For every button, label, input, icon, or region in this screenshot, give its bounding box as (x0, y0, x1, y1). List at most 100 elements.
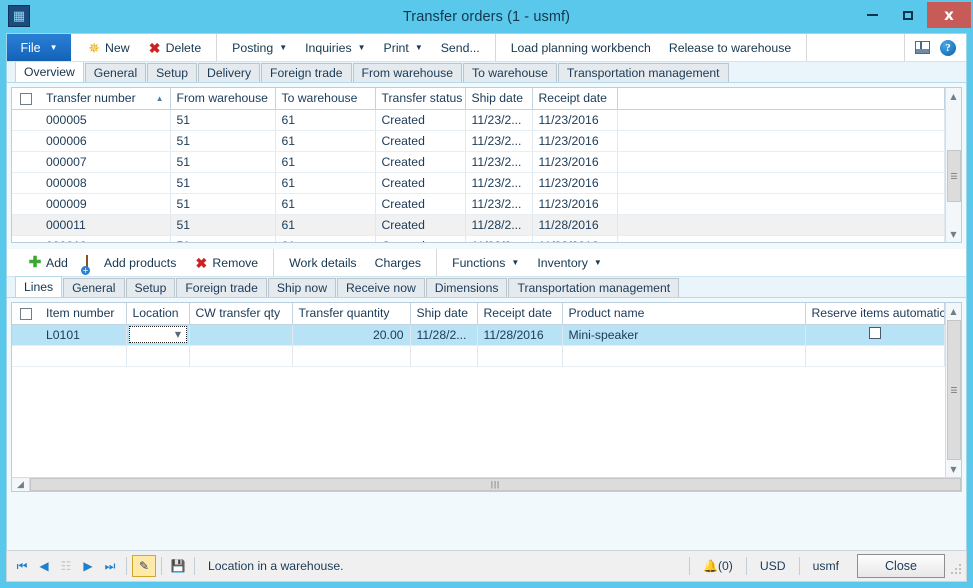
cell-from-warehouse[interactable]: 51 (170, 172, 276, 194)
column-header-receipt-date[interactable]: Receipt date (532, 88, 618, 110)
row-checkbox-cell[interactable] (12, 172, 40, 194)
add-button[interactable]: ✚ Add (19, 249, 77, 276)
cell-from-warehouse[interactable]: 51 (170, 193, 276, 215)
cell-transfer-number[interactable]: 000011 (40, 214, 171, 236)
column-header-transfer-status[interactable]: Transfer status (375, 88, 466, 110)
cell-receipt-date[interactable]: 11/23/2016 (532, 151, 618, 173)
load-planning-workbench-button[interactable]: Load planning workbench (502, 34, 660, 61)
cell-transfer-status[interactable]: Created (375, 151, 466, 173)
scroll-down-icon[interactable]: ▼ (945, 226, 961, 242)
cell-receipt-date-lines[interactable]: 11/28/2016 (477, 324, 563, 346)
cell-receipt-date[interactable]: 11/28/2016 (532, 214, 618, 236)
table-row[interactable]: 000009 51 61 Created 11/23/2... 11/23/20… (12, 193, 945, 215)
scroll-up-icon[interactable]: ▲ (945, 303, 961, 319)
cell-receipt-date[interactable]: 11/23/2016 (532, 172, 618, 194)
cell-item-number[interactable]: L0101 (40, 324, 127, 346)
first-record-button[interactable]: ⏮ (11, 555, 33, 577)
cell-transfer-number[interactable]: 000008 (40, 172, 171, 194)
select-all-checkbox[interactable] (20, 308, 32, 321)
add-products-button[interactable]: Add products (77, 249, 185, 276)
column-header-cw-transfer-qty[interactable]: CW transfer qty (189, 303, 293, 325)
column-header-transfer-quantity[interactable]: Transfer quantity (292, 303, 411, 325)
table-row[interactable]: 000007 51 61 Created 11/23/2... 11/23/20… (12, 151, 945, 173)
cell-to-warehouse[interactable]: 61 (275, 214, 376, 236)
cell-ship-date[interactable]: 11/23/2... (465, 172, 533, 194)
cell-from-warehouse[interactable]: 51 (170, 151, 276, 173)
minimize-button[interactable] (855, 2, 889, 28)
row-checkbox-cell[interactable] (12, 235, 40, 242)
column-header-reserve-items-automatically[interactable]: Reserve items automatica (805, 303, 945, 325)
cell-transfer-quantity[interactable]: 20.00 (292, 324, 411, 346)
posting-menu-button[interactable]: Posting ▼ (223, 34, 296, 61)
select-all-checkbox[interactable] (20, 93, 32, 106)
cell-receipt-date[interactable]: 11/23/2016 (532, 193, 618, 215)
resize-columns-icon[interactable]: ◢ (12, 478, 30, 491)
next-record-button[interactable]: ▶ (77, 555, 99, 577)
cell-from-warehouse[interactable]: 51 (170, 130, 276, 152)
cell-transfer-number[interactable]: 000007 (40, 151, 171, 173)
table-row[interactable]: 000005 51 61 Created 11/23/2... 11/23/20… (12, 109, 945, 131)
row-checkbox-cell[interactable] (12, 324, 40, 346)
cell-transfer-status[interactable]: Created (375, 130, 466, 152)
cell-product-name[interactable]: Mini-speaker (562, 324, 806, 346)
tab-general-upper[interactable]: General (84, 63, 147, 82)
cell-to-warehouse[interactable]: 61 (275, 235, 376, 242)
cell-ship-date[interactable]: 11/23/2... (465, 151, 533, 173)
close-window-button[interactable]: x (927, 2, 971, 28)
last-record-button[interactable]: ⏭ (99, 555, 121, 577)
row-checkbox-cell[interactable] (12, 130, 40, 152)
scroll-down-icon[interactable]: ▼ (945, 461, 961, 477)
cell-location[interactable]: ▼ (126, 324, 190, 346)
send-button[interactable]: Send... (432, 34, 489, 61)
cell-from-warehouse[interactable]: 51 (170, 235, 276, 242)
table-row-selected[interactable]: 000011 51 61 Created 11/28/2... 11/28/20… (12, 214, 945, 236)
cell-receipt-date[interactable]: 11/28/2016 (532, 235, 618, 242)
tab-delivery[interactable]: Delivery (198, 63, 261, 82)
location-input[interactable] (129, 327, 171, 342)
column-header-product-name[interactable]: Product name (562, 303, 806, 325)
delete-button[interactable]: ✖ Delete (139, 34, 211, 61)
column-header-to-warehouse[interactable]: To warehouse (275, 88, 376, 110)
cell-from-warehouse[interactable]: 51 (170, 214, 276, 236)
cell-reserve-items-automatically[interactable] (805, 324, 945, 346)
tab-from-warehouse[interactable]: From warehouse (352, 63, 462, 82)
tab-transportation-management-lower[interactable]: Transportation management (508, 278, 680, 297)
cell-transfer-status[interactable]: Created (375, 193, 466, 215)
scrollbar-thumb-horizontal[interactable]: ||| (30, 478, 961, 491)
cell-to-warehouse[interactable]: 61 (275, 109, 376, 131)
cell-ship-date[interactable]: 11/23/2... (465, 130, 533, 152)
lower-grid-horizontal-scrollbar[interactable]: ◢ ||| (12, 477, 961, 491)
print-menu-button[interactable]: Print ▼ (375, 34, 432, 61)
table-row[interactable]: 000006 51 61 Created 11/23/2... 11/23/20… (12, 130, 945, 152)
scrollbar-thumb[interactable]: ☰ (947, 150, 961, 202)
remove-button[interactable]: ✖ Remove (185, 249, 267, 276)
cell-transfer-number[interactable]: 000010 (40, 235, 171, 242)
column-header-location[interactable]: Location (126, 303, 190, 325)
tab-overview[interactable]: Overview (15, 61, 84, 82)
cell-to-warehouse[interactable]: 61 (275, 172, 376, 194)
scroll-up-icon[interactable]: ▲ (945, 88, 961, 104)
tab-foreign-trade-upper[interactable]: Foreign trade (261, 63, 352, 82)
scrollbar-thumb[interactable]: ☰ (947, 320, 961, 460)
cell-ship-date[interactable]: 11/28/2... (465, 235, 533, 242)
tab-ship-now[interactable]: Ship now (267, 278, 336, 297)
table-row-selected[interactable]: L0101 ▼ 20.00 11/28/2... 11/28/2016 Mini… (12, 324, 945, 346)
save-icon[interactable]: 💾 (167, 555, 189, 577)
file-menu-button[interactable]: File ▼ (7, 34, 72, 61)
grid-view-button[interactable]: ☷ (55, 555, 77, 577)
tab-general-lower[interactable]: General (63, 278, 125, 297)
cell-transfer-number[interactable]: 000005 (40, 109, 171, 131)
chevron-down-icon[interactable]: ▼ (170, 327, 186, 342)
upper-grid-vertical-scrollbar[interactable]: ▲ ☰ ▼ (945, 88, 961, 242)
tab-setup-upper[interactable]: Setup (147, 63, 198, 82)
maximize-button[interactable] (891, 2, 925, 28)
tab-setup-lower[interactable]: Setup (125, 278, 176, 297)
select-all-checkbox-header-lines[interactable] (12, 303, 40, 325)
column-header-from-warehouse[interactable]: From warehouse (170, 88, 276, 110)
table-row[interactable]: 000010 51 61 Created 11/28/2... 11/28/20… (12, 235, 945, 242)
lower-grid-vertical-scrollbar[interactable]: ▲ ☰ ▼ (945, 303, 961, 477)
cell-receipt-date[interactable]: 11/23/2016 (532, 109, 618, 131)
reserve-items-checkbox[interactable] (868, 327, 881, 339)
inventory-menu-button[interactable]: Inventory ▼ (528, 249, 611, 276)
cell-ship-date[interactable]: 11/23/2... (465, 193, 533, 215)
